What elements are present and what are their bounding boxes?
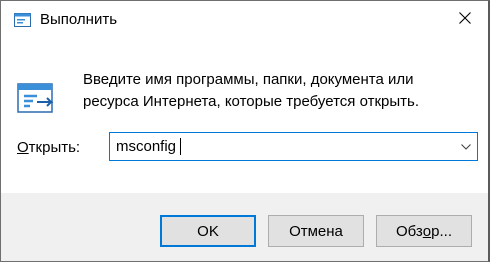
background-strip [0,262,494,277]
dialog-content: Введите имя программы, папки, документа … [1,39,488,193]
open-label-accelerator: О [17,139,29,156]
browse-button[interactable]: Обз о р... [376,215,472,247]
open-combobox[interactable] [109,132,478,161]
close-icon [459,11,471,29]
run-app-icon [14,12,32,28]
text-cursor [180,138,181,155]
run-large-icon [17,80,54,117]
dialog-description: Введите имя программы, папки, документа … [83,71,419,110]
open-label-text: ткрыть: [28,139,81,156]
run-dialog: Выполнить Введите имя программы, папки, … [0,0,490,262]
dialog-footer: OK Отмена Обз о р... [1,193,488,261]
window-title: Выполнить [40,11,118,28]
open-label: Открыть: [17,139,80,156]
browse-label-start: Обз [395,222,423,240]
chevron-down-icon[interactable] [455,133,477,160]
browse-label-end: р... [431,222,452,240]
browse-label-accelerator: о [422,222,432,240]
close-button[interactable] [442,1,488,39]
title-bar[interactable]: Выполнить [1,1,488,39]
ok-button[interactable]: OK [160,215,256,247]
open-input[interactable] [110,133,450,160]
cancel-button[interactable]: Отмена [268,215,364,247]
